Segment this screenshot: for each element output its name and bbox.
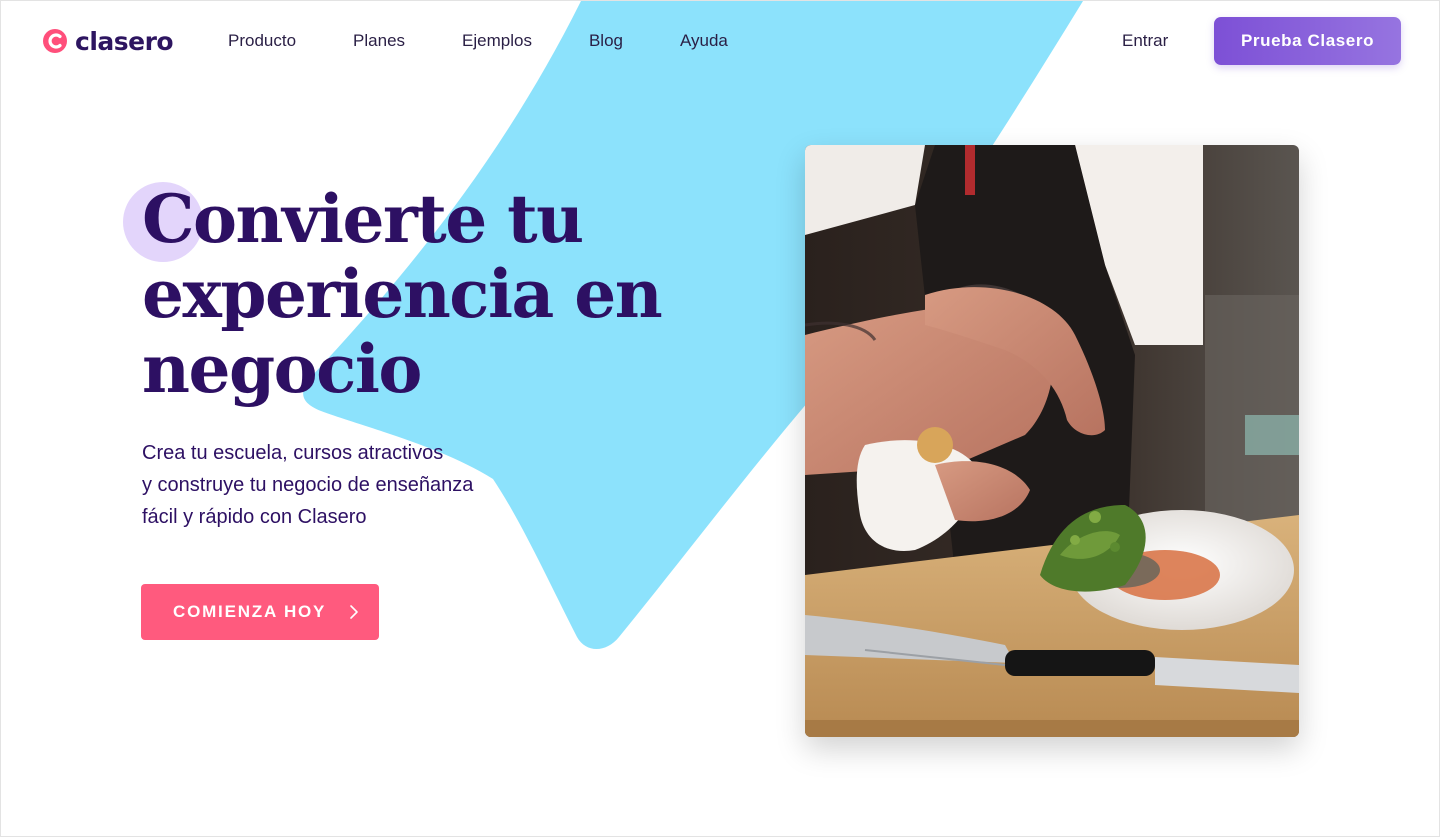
nav-item-blog[interactable]: Blog [589,31,623,51]
start-today-label: COMIENZA HOY [173,602,327,621]
hero-title-line: experiencia en [142,255,663,333]
chevron-right-icon [350,605,358,619]
hero-subtitle-line: fácil y rápido con Clasero [142,506,367,528]
nav-item-ejemplos[interactable]: Ejemplos [462,31,532,51]
logo-wordmark: clasero [75,26,174,56]
hero-subtitle-line: y construye tu negocio de enseñanza [142,474,474,496]
nav-item-ayuda[interactable]: Ayuda [680,31,728,51]
start-today-button[interactable]: COMIENZA HOY [141,584,379,640]
nav-item-planes[interactable]: Planes [353,31,405,51]
clasero-logo[interactable]: clasero [41,25,174,57]
nav-item-producto[interactable]: Producto [228,31,296,51]
hero-title: Convierte tu experiencia en negocio [142,180,663,408]
hero-subtitle: Crea tu escuela, cursos atractivos y con… [142,437,562,533]
hero-title-line: Convierte tu [142,180,584,258]
login-link[interactable]: Entrar [1122,31,1168,51]
main-nav: Producto Planes Ejemplos Blog Ayuda [228,31,785,51]
try-clasero-button[interactable]: Prueba Clasero [1214,17,1401,65]
chef-plating-photo [805,145,1299,737]
hero-subtitle-line: Crea tu escuela, cursos atractivos [142,442,444,464]
site-header: clasero Producto Planes Ejemplos Blog Ay… [1,1,1439,85]
clasero-logo-icon [43,29,67,53]
page: clasero Producto Planes Ejemplos Blog Ay… [0,0,1440,837]
hero-title-line: negocio [142,330,422,408]
photo-illustration [805,145,1299,737]
